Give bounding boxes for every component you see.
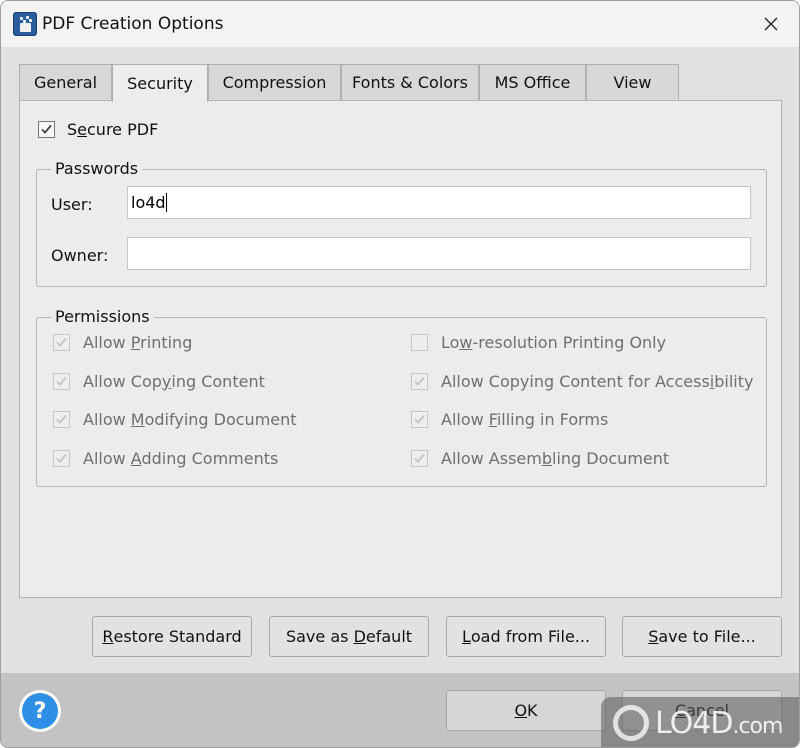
permission-label[interactable]: Allow Copying Content [83, 372, 265, 391]
tab-ms-office[interactable]: MS Office [479, 64, 586, 100]
security-panel: Secure PDF Passwords User: lo4d Owner: P… [19, 100, 782, 598]
help-icon: ? [22, 693, 58, 729]
close-button[interactable] [753, 9, 789, 39]
permission-label[interactable]: Low-resolution Printing Only [441, 333, 666, 352]
checkmark-icon [56, 337, 67, 347]
tab-compression[interactable]: Compression [208, 64, 341, 100]
permission-checkbox[interactable] [53, 449, 70, 467]
passwords-legend: Passwords [51, 159, 143, 178]
checkmark-icon [56, 376, 67, 386]
permission-label[interactable]: Allow Assembling Document [441, 449, 669, 468]
ok-button[interactable]: OK [446, 690, 606, 731]
title-bar: PDF Creation Options [1, 1, 799, 47]
lo4d-watermark: LO4D.com [601, 697, 799, 747]
permission-label[interactable]: Allow Adding Comments [83, 449, 278, 468]
checkmark-icon [56, 414, 67, 424]
restore-standard-button[interactable]: Restore Standard [92, 616, 252, 657]
save-to-file-button[interactable]: Save to File... [622, 616, 782, 657]
permission-label[interactable]: Allow Filling in Forms [441, 410, 608, 429]
checkmark-icon [41, 124, 52, 134]
permissions-legend: Permissions [51, 307, 154, 326]
passwords-group: Passwords User: lo4d Owner: [36, 159, 767, 287]
permission-checkbox[interactable] [53, 372, 70, 390]
permission-checkbox[interactable] [411, 334, 428, 351]
pdf-creation-options-dialog: PDF Creation Options General Security Co… [0, 0, 800, 748]
window-title: PDF Creation Options [42, 14, 224, 34]
permission-label[interactable]: Allow Printing [83, 333, 192, 352]
checkmark-icon [56, 453, 67, 463]
secure-pdf-checkbox[interactable] [38, 121, 55, 138]
owner-password-label: Owner: [51, 246, 109, 265]
checkmark-icon [414, 453, 425, 463]
close-icon [764, 17, 778, 31]
user-password-label: User: [51, 195, 93, 214]
user-password-field[interactable]: lo4d [127, 186, 751, 219]
help-button[interactable]: ? [19, 690, 61, 732]
permissions-group: Permissions Allow Printing Allow Copying … [36, 307, 767, 487]
checkmark-icon [414, 414, 425, 424]
watermark-suffix: .com [732, 713, 783, 739]
tab-general[interactable]: General [19, 64, 112, 100]
permission-checkbox[interactable] [53, 411, 70, 428]
load-from-file-button[interactable]: Load from File... [446, 616, 606, 657]
owner-password-field[interactable] [127, 237, 751, 270]
permission-checkbox[interactable] [53, 334, 70, 351]
permission-checkbox[interactable] [411, 449, 428, 467]
save-as-default-button[interactable]: Save as Default [269, 616, 429, 657]
pdf-creator-app-icon [13, 12, 37, 36]
tab-view[interactable]: View [586, 64, 679, 100]
permission-label[interactable]: Allow Copying Content for Accessibility [441, 372, 753, 391]
tab-security[interactable]: Security [112, 64, 208, 102]
checkmark-icon [414, 376, 425, 386]
permission-checkbox[interactable] [411, 372, 428, 390]
permission-checkbox[interactable] [411, 411, 428, 428]
lo4d-logo-icon [613, 705, 649, 741]
permission-label[interactable]: Allow Modifying Document [83, 410, 297, 429]
tab-fonts-colors[interactable]: Fonts & Colors [341, 64, 479, 100]
text-caret [165, 193, 167, 212]
watermark-text: LO4D [655, 705, 733, 741]
secure-pdf-label[interactable]: Secure PDF [67, 120, 158, 139]
